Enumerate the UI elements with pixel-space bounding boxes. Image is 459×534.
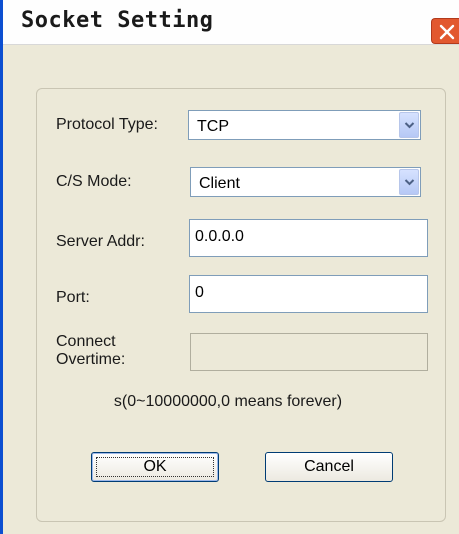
port-input[interactable]: 0	[189, 275, 428, 313]
title-bar[interactable]: Socket Setting	[3, 0, 459, 45]
close-icon	[439, 24, 455, 40]
cancel-button-label: Cancel	[304, 458, 354, 475]
chevron-down-icon	[404, 179, 415, 186]
protocol-dropdown-button[interactable]	[399, 112, 419, 138]
protocol-type-value: TCP	[197, 118, 229, 135]
connect-overtime-input	[190, 333, 428, 371]
protocol-type-select[interactable]: TCP	[188, 110, 421, 140]
connect-overtime-label-line2: Overtime:	[56, 351, 126, 368]
port-value: 0	[195, 284, 204, 301]
cs-mode-dropdown-button[interactable]	[399, 169, 419, 195]
cancel-button[interactable]: Cancel	[265, 452, 393, 482]
close-button[interactable]	[431, 18, 459, 44]
socket-setting-dialog: Socket Setting Protocol Type: TCP C/S Mo…	[0, 0, 459, 534]
overtime-hint: s(0~10000000,0 means forever)	[113, 393, 343, 410]
connect-overtime-label-line1: Connect	[56, 333, 116, 350]
server-addr-value: 0.0.0.0	[195, 228, 244, 245]
server-addr-input[interactable]: 0.0.0.0	[189, 219, 428, 257]
focus-rect	[96, 457, 214, 477]
server-addr-label: Server Addr:	[56, 233, 145, 250]
cs-mode-label: C/S Mode:	[56, 173, 132, 190]
cs-mode-select[interactable]: Client	[190, 167, 421, 197]
cs-mode-value: Client	[199, 175, 240, 192]
protocol-type-label: Protocol Type:	[56, 116, 158, 133]
ok-button[interactable]: OK	[91, 452, 219, 482]
window-title: Socket Setting	[21, 8, 214, 33]
chevron-down-icon	[404, 122, 415, 129]
port-label: Port:	[56, 289, 90, 306]
